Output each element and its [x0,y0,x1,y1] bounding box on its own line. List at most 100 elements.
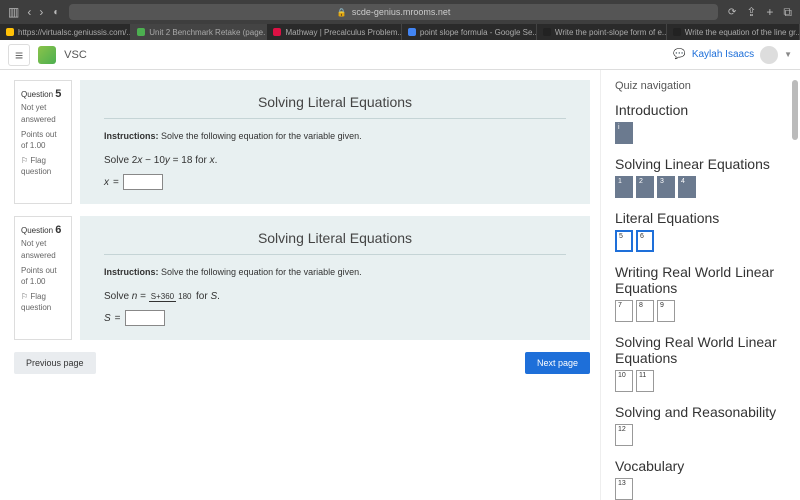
tabs-icon[interactable]: ⧉ [783,5,792,20]
back-icon[interactable]: ‹ [27,5,31,19]
chevron-down-icon[interactable]: ▼ [784,50,792,59]
question-title: Solving Literal Equations [104,94,566,110]
nav-question-box[interactable]: i [615,122,633,144]
scroll-thumb[interactable] [792,80,798,140]
tab-label: Mathway | Precalculus Problem... [285,28,401,37]
tab-favicon [6,28,14,36]
chrome-right: ⇪ + ⧉ [746,5,792,20]
nav-question-box[interactable]: 4 [678,176,696,198]
nav-boxes: 12 [615,424,786,446]
menu-icon[interactable]: ≡ [8,44,30,66]
url-text: scde-genius.mrooms.net [352,7,451,17]
nav-question-box[interactable]: 2 [636,176,654,198]
flag-question[interactable]: ⚐ Flag question [21,155,65,177]
sidebar-toggle-icon[interactable]: ▥ [8,5,19,19]
app-header: ≡ VSC 💬 Kaylah Isaacs ▼ [0,40,800,70]
reload-icon[interactable]: ⟳ [728,7,736,18]
equation: Solve 2x − 10y = 18 for x. [104,155,566,166]
nav-section-label: Introduction [615,102,786,118]
forward-icon[interactable]: › [39,5,43,19]
comment-icon[interactable]: 💬 [673,49,685,60]
answer-var: x [104,177,109,188]
nav-section: Introduction i [615,102,786,144]
question-status: Not yet answered [21,102,65,124]
avatar[interactable] [760,46,778,64]
question-points: Points out of 1.00 [21,129,65,151]
prev-page-button[interactable]: Previous page [14,352,96,374]
nav-boxes: 1011 [615,370,786,392]
nav-question-box[interactable]: 12 [615,424,633,446]
nav-buttons: ▥ ‹ › [8,5,43,19]
app-logo [38,46,56,64]
nav-question-box[interactable]: 7 [615,300,633,322]
nav-section-label: Vocabulary [615,458,786,474]
nav-question-box[interactable]: 9 [657,300,675,322]
nav-section: Vocabulary 13 [615,458,786,500]
answer-input[interactable] [123,174,163,190]
tab-label: Write the point-slope form of e... [555,28,667,37]
tab-1[interactable]: Unit 2 Benchmark Retake (page... [131,24,267,40]
question-block-6: Question 6 Not yet answered Points out o… [14,216,590,340]
question-block-5: Question 5 Not yet answered Points out o… [14,80,590,204]
question-body: Solving Literal Equations Instructions: … [80,216,590,340]
nav-section-label: Solving and Reasonability [615,404,786,420]
tab-favicon [673,28,681,36]
pager: Previous page Next page [14,352,590,374]
share-icon[interactable]: ⇪ [746,5,756,20]
tab-3[interactable]: point slope formula - Google Se... [402,24,537,40]
tab-favicon [273,28,281,36]
nav-section: Solving Real World Linear Equations1011 [615,334,786,392]
nav-boxes: 56 [615,230,786,252]
nav-section-label: Literal Equations [615,210,786,226]
nav-question-box[interactable]: 1 [615,176,633,198]
equation: Solve n = S+360180 for S. [104,291,566,302]
user-name[interactable]: Kaylah Isaacs [692,49,754,60]
flag-question[interactable]: ⚐ Flag question [21,291,65,313]
tab-label: point slope formula - Google Se... [420,28,537,37]
url-bar[interactable]: 🔒 scde-genius.mrooms.net [69,4,718,20]
lock-icon: 🔒 [337,8,347,17]
browser-toolbar: ▥ ‹ › ◐ 🔒 scde-genius.mrooms.net ⟳ ⇪ + ⧉ [0,0,800,24]
tab-4[interactable]: Write the point-slope form of e... [537,24,667,40]
nav-boxes: 13 [615,478,786,500]
nav-question-box[interactable]: 5 [615,230,633,252]
nav-question-box[interactable]: 8 [636,300,654,322]
browser-tabs: https://virtualsc.geniussis.com/... Unit… [0,24,800,40]
tab-0[interactable]: https://virtualsc.geniussis.com/... [0,24,131,40]
tab-favicon [408,28,416,36]
nav-question-box[interactable]: 10 [615,370,633,392]
nav-section: Solving and Reasonability 12 [615,404,786,446]
tab-favicon [543,28,551,36]
answer-input[interactable] [125,310,165,326]
quiz-navigation: Quiz navigation Introduction i Solving Lin… [600,70,800,500]
question-status: Not yet answered [21,238,65,260]
nav-section: Literal Equations 56 [615,210,786,252]
answer-var: S [104,313,111,324]
answer-row: x= [104,174,566,190]
app-brand: VSC [64,49,87,61]
nav-section: Solving Linear Equations 1234 [615,156,786,198]
nav-question-box[interactable]: 13 [615,478,633,500]
nav-section-label: Writing Real World Linear Equations [615,264,786,296]
nav-section-label: Solving Linear Equations [615,156,786,172]
question-instructions: Instructions: Solve the following equati… [104,131,566,141]
answer-row: S= [104,310,566,326]
scrollbar[interactable] [792,70,798,500]
question-title: Solving Literal Equations [104,230,566,246]
question-info: Question 6 Not yet answered Points out o… [14,216,72,340]
question-number: Question 6 [21,223,65,238]
new-tab-icon[interactable]: + [766,5,773,20]
next-page-button[interactable]: Next page [525,352,590,374]
nav-question-box[interactable]: 3 [657,176,675,198]
nav-title: Quiz navigation [615,80,786,92]
equals: = [115,313,121,324]
tab-label: https://virtualsc.geniussis.com/... [18,28,131,37]
nav-question-box[interactable]: 11 [636,370,654,392]
nav-boxes: 1234 [615,176,786,198]
tab-favicon [137,28,145,36]
tab-2[interactable]: Mathway | Precalculus Problem... [267,24,401,40]
nav-question-box[interactable]: 6 [636,230,654,252]
shield-icon[interactable]: ◐ [53,7,59,18]
tab-5[interactable]: Write the equation of the line gr... [667,24,800,40]
nav-section: Writing Real World Linear Equations 789 [615,264,786,322]
